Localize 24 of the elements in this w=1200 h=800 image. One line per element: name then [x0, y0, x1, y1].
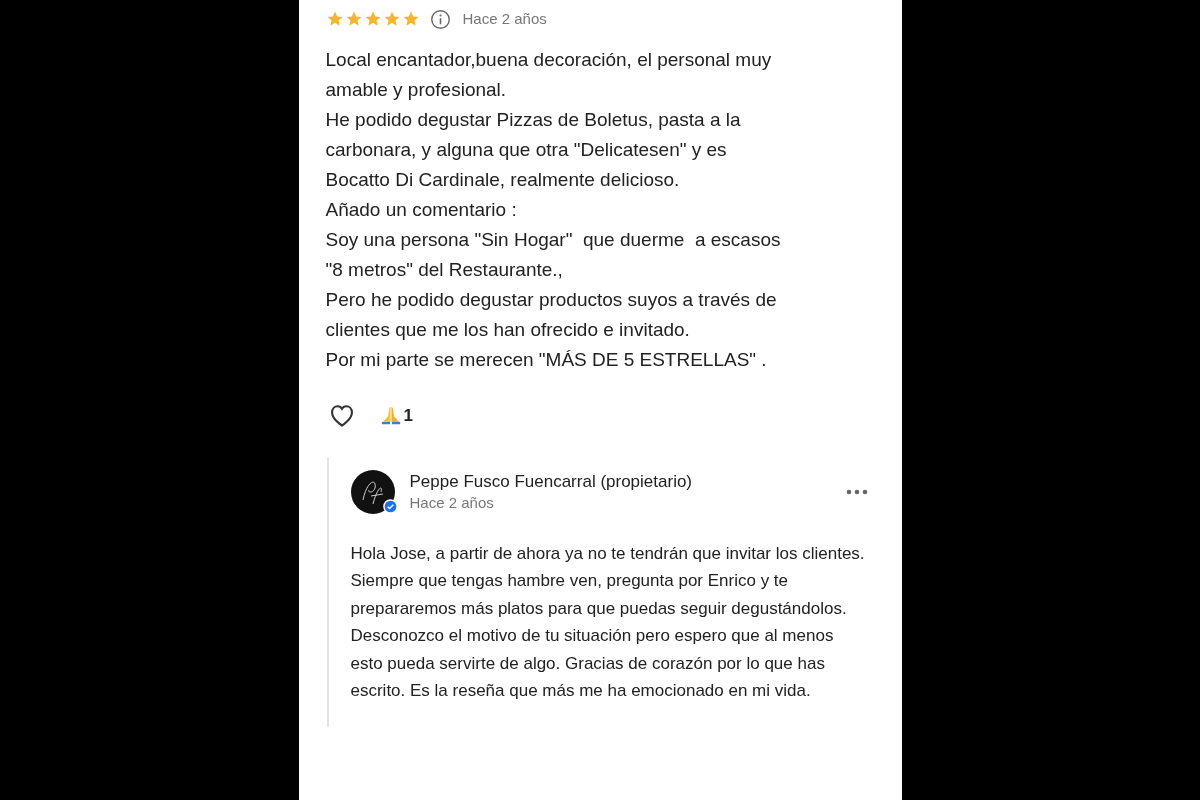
review-text-line: Por mi parte se merecen "MÁS DE 5 ESTRELLAS" . [325, 347, 768, 372]
info-icon[interactable] [429, 8, 451, 30]
review-text-line: Local encantador,buena decoración, el personal muy [325, 47, 773, 72]
review-text-line: amable y profesional. [325, 77, 508, 102]
avatar [350, 469, 395, 514]
star-icon [363, 10, 382, 29]
review-text-line: He podido degustar Pizzas de Boletus, pasta a la [325, 107, 742, 132]
review-text-line: carbonara, y alguna que otra "Delicatesen" y es [325, 137, 728, 162]
more-options-icon[interactable] [845, 488, 868, 495]
review-text-line: Soy una persona "Sin Hogar" que duerme a escasos [325, 227, 782, 252]
reply-time: Hace 2 años [409, 492, 495, 513]
review-text-line: "8 metros" del Restaurante., [325, 257, 564, 282]
reaction-count: 1 [403, 405, 413, 426]
review-text-line: Pero he podido degustar productos suyos a través de [325, 287, 778, 312]
star-icon [401, 10, 420, 29]
review-text-line: clientes que me los han ofrecido e invitado. [325, 317, 691, 342]
star-icon [325, 10, 344, 29]
owner-name: Peppe Fusco Fuencarral (propietario) [409, 470, 693, 493]
review-time: Hace 2 años [462, 9, 547, 29]
star-icon [344, 10, 363, 29]
review-text-line: Añado un comentario : [325, 197, 518, 222]
reply-text: Hola Jose, a partir de ahora ya no te tendrán que invitar los clientes. Siempre que tengas hambre ven, pregunta por Enrico y te prepararemos más platos para que puedas seguir degustándolos. Desconozco el motivo de tu situación pero espero que al menos esto pueda servirte de algo. Gracias de corazón por lo que has escrito. Es la reseña que más me ha emocionado en mi vida. [350, 542, 866, 703]
review-text-line: Bocatto Di Cardinale, realmente delicioso. [325, 167, 681, 192]
star-icon [382, 10, 401, 29]
